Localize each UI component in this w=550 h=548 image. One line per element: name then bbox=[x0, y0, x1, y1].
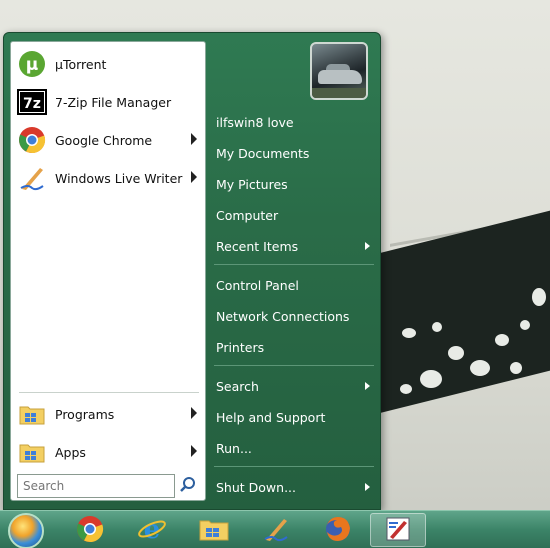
taskbar-live-writer[interactable] bbox=[256, 513, 296, 547]
right-item-label: My Pictures bbox=[216, 177, 288, 192]
right-item-search[interactable]: Search bbox=[212, 373, 376, 401]
wallpaper-dark-band bbox=[360, 193, 550, 418]
programs-label: Programs bbox=[55, 406, 115, 422]
svg-text:µ: µ bbox=[26, 55, 39, 75]
submenu-arrow-icon bbox=[191, 133, 197, 145]
pinned-item-google-chrome[interactable]: Google Chrome bbox=[15, 122, 203, 158]
right-item-run[interactable]: Run... bbox=[212, 435, 376, 463]
live-writer-icon bbox=[262, 515, 290, 546]
submenu-arrow-icon bbox=[191, 445, 197, 457]
start-button[interactable] bbox=[8, 513, 44, 548]
wallpaper-pebble bbox=[532, 288, 546, 306]
apps-folder-icon bbox=[17, 437, 47, 467]
firefox-icon bbox=[324, 515, 352, 546]
pinned-item-utorrent[interactable]: µ µTorrent bbox=[15, 46, 203, 82]
pinned-item-label: µTorrent bbox=[55, 56, 107, 72]
left-pane-divider bbox=[19, 392, 199, 393]
right-item-recent-items[interactable]: Recent Items bbox=[212, 233, 376, 261]
taskbar: e bbox=[0, 510, 550, 548]
right-item-help-and-support[interactable]: Help and Support bbox=[212, 404, 376, 432]
right-item-printers[interactable]: Printers bbox=[212, 334, 376, 362]
right-item-label: Shut Down... bbox=[216, 480, 296, 495]
right-item-label: Help and Support bbox=[216, 410, 326, 425]
user-picture-detail bbox=[312, 88, 366, 98]
wallpaper-pebble bbox=[520, 320, 530, 330]
submenu-arrow-icon bbox=[365, 242, 370, 250]
right-item-label: Recent Items bbox=[216, 239, 299, 254]
svg-text:e: e bbox=[144, 515, 161, 543]
right-pane-divider bbox=[214, 466, 374, 467]
right-item-control-panel[interactable]: Control Panel bbox=[212, 272, 376, 300]
submenu-arrow-icon bbox=[365, 483, 370, 491]
paint-app-icon bbox=[384, 515, 412, 546]
apps-item[interactable]: Apps bbox=[15, 434, 203, 470]
svg-text:7z: 7z bbox=[23, 96, 41, 112]
wallpaper-pebble bbox=[495, 334, 509, 346]
programs-item[interactable]: Programs bbox=[15, 396, 203, 432]
start-menu: µ µTorrent 7z 7-Zip File Manager Google … bbox=[3, 32, 381, 510]
wallpaper-pebble bbox=[448, 346, 464, 360]
pinned-item-label: 7-Zip File Manager bbox=[55, 94, 172, 110]
chrome-icon bbox=[76, 515, 104, 546]
live-writer-icon bbox=[17, 163, 47, 193]
start-menu-left-pane: µ µTorrent 7z 7-Zip File Manager Google … bbox=[10, 41, 206, 501]
right-item-user-folder[interactable]: ilfswin8 love bbox=[212, 109, 376, 137]
right-item-label: Search bbox=[216, 379, 259, 394]
taskbar-paint-app[interactable] bbox=[370, 513, 426, 547]
taskbar-internet-explorer[interactable]: e bbox=[132, 513, 172, 547]
right-item-label: Printers bbox=[216, 340, 265, 355]
pinned-item-label: Windows Live Writer bbox=[55, 170, 183, 186]
pinned-item-windows-live-writer[interactable]: Windows Live Writer bbox=[15, 160, 203, 196]
search-icon[interactable] bbox=[179, 476, 199, 496]
shut-down-button[interactable]: Shut Down... bbox=[212, 474, 376, 502]
right-item-my-pictures[interactable]: My Pictures bbox=[212, 171, 376, 199]
right-item-network-connections[interactable]: Network Connections bbox=[212, 303, 376, 331]
right-item-label: Computer bbox=[216, 208, 279, 223]
utorrent-icon: µ bbox=[17, 49, 47, 79]
right-item-computer[interactable]: Computer bbox=[212, 202, 376, 230]
right-item-label: My Documents bbox=[216, 146, 310, 161]
wallpaper-pebble bbox=[470, 360, 490, 376]
right-item-label: Network Connections bbox=[216, 309, 350, 324]
right-item-my-documents[interactable]: My Documents bbox=[212, 140, 376, 168]
programs-folder-icon bbox=[17, 399, 47, 429]
user-picture-detail bbox=[318, 70, 362, 84]
taskbar-chrome[interactable] bbox=[70, 513, 110, 547]
taskbar-firefox[interactable] bbox=[318, 513, 358, 547]
file-explorer-icon bbox=[199, 516, 229, 545]
user-account-picture[interactable] bbox=[310, 42, 368, 100]
taskbar-file-explorer[interactable] bbox=[194, 513, 234, 547]
wallpaper-pebble bbox=[420, 370, 442, 388]
submenu-arrow-icon bbox=[365, 382, 370, 390]
pinned-item-label: Google Chrome bbox=[55, 132, 153, 148]
submenu-arrow-icon bbox=[191, 171, 197, 183]
right-item-label: ilfswin8 love bbox=[216, 115, 294, 130]
right-pane-divider bbox=[214, 264, 374, 265]
internet-explorer-icon: e bbox=[137, 515, 167, 546]
wallpaper-pebble bbox=[432, 322, 442, 332]
right-pane-divider bbox=[214, 365, 374, 366]
search-input[interactable] bbox=[17, 474, 175, 498]
wallpaper-pebble bbox=[400, 384, 412, 394]
apps-label: Apps bbox=[55, 444, 86, 460]
wallpaper-pebble bbox=[510, 362, 522, 374]
submenu-arrow-icon bbox=[191, 407, 197, 419]
pinned-item-7zip[interactable]: 7z 7-Zip File Manager bbox=[15, 84, 203, 120]
right-item-label: Control Panel bbox=[216, 278, 299, 293]
wallpaper-pebble bbox=[402, 328, 416, 338]
7zip-icon: 7z bbox=[17, 87, 47, 117]
chrome-icon bbox=[17, 125, 47, 155]
right-item-label: Run... bbox=[216, 441, 252, 456]
